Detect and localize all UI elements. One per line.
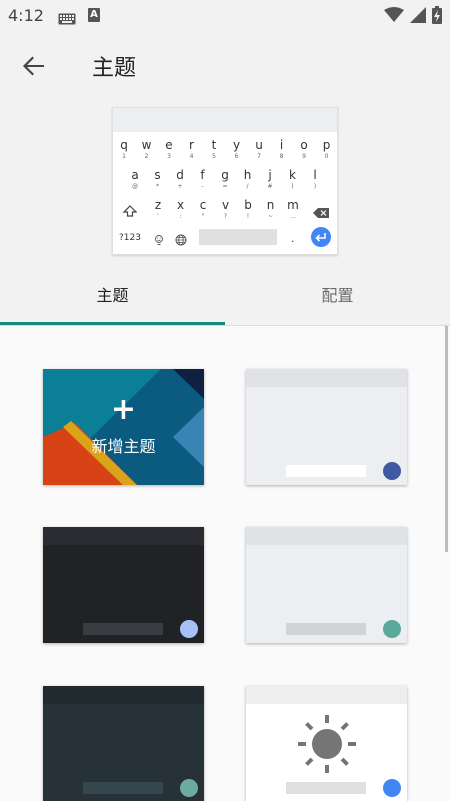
period-key: .: [291, 232, 295, 245]
key: l): [313, 168, 317, 190]
theme-card-spacebar: [83, 782, 163, 794]
space-key: [199, 229, 277, 245]
theme-accent-dot: [383, 779, 401, 797]
theme-accent-dot: [383, 620, 401, 638]
theme-card-header: [246, 369, 407, 387]
theme-card-header: [43, 686, 204, 704]
keyboard-preview: q1 w2 e3 r4 t5 y6 u7 i8 o9 p0 a @ s * d + f…: [112, 107, 338, 255]
theme-card-spacebar: [286, 465, 366, 477]
page-title: 主题: [92, 56, 137, 81]
arrow-back-icon: [23, 56, 44, 76]
key: c ": [199, 198, 207, 220]
key-row-3: z ' x: c " v? b! n ~ m…: [113, 198, 337, 224]
app-bar: 主题: [0, 32, 450, 100]
theme-card-header: [246, 686, 407, 704]
key: s *: [154, 168, 161, 190]
key-row-1: q1 w2 e3 r4 t5 y6 u7 i8 o9 p0: [113, 138, 337, 164]
battery-charging-icon: [432, 6, 442, 28]
key: t5: [211, 138, 217, 160]
wifi-icon: [384, 7, 404, 27]
key: r4: [189, 138, 194, 160]
theme-card-light-teal[interactable]: [246, 527, 407, 643]
key: q1: [120, 138, 128, 160]
tab-themes[interactable]: 主题: [0, 268, 225, 326]
key: e3: [165, 138, 173, 160]
theme-accent-dot: [180, 620, 198, 638]
key: d +: [176, 168, 184, 190]
key-row-2: a @ s * d + f- g = h / j # k( l): [113, 168, 337, 194]
theme-accent-dot: [383, 462, 401, 480]
theme-settings-screen: 4:12 A 主题 q1 w 2 e 3 r 4 t 5 y 6 u 7 i 8…: [0, 0, 450, 801]
theme-card-spacebar: [286, 782, 366, 794]
globe-icon: [175, 231, 187, 250]
key: g =: [221, 168, 229, 190]
enter-icon: [315, 233, 326, 242]
key: m…: [287, 198, 299, 220]
key: w2: [141, 138, 152, 160]
theme-card-spacebar: [83, 623, 163, 635]
scrollbar[interactable]: [445, 326, 448, 552]
theme-card-dark[interactable]: [43, 527, 204, 643]
key: n ~: [266, 198, 275, 220]
theme-card-dark-slate[interactable]: [43, 686, 204, 801]
tab-indicator: [0, 322, 225, 325]
keyboard-icon: [58, 10, 76, 29]
theme-card-spacebar: [286, 623, 366, 635]
numbers-key: ?123: [119, 233, 141, 243]
key: x:: [176, 198, 185, 220]
key: y6: [232, 138, 241, 160]
plus-icon: +: [110, 392, 137, 427]
key: o9: [300, 138, 308, 160]
key: i8: [279, 138, 284, 160]
key: k(: [289, 168, 296, 190]
theme-card-header: [43, 527, 204, 545]
brightness-icon: [298, 715, 356, 773]
back-button[interactable]: [18, 50, 50, 82]
new-theme-background: [43, 369, 204, 485]
input-method-icon: A: [88, 8, 100, 22]
key: p0: [322, 138, 331, 160]
suggestion-strip: [113, 108, 337, 132]
backspace-icon: [313, 203, 329, 222]
key: h /: [243, 168, 252, 190]
theme-card-header: [246, 527, 407, 545]
key: j #: [267, 168, 273, 190]
key: z ': [154, 198, 162, 220]
theme-grid: + 新增主题: [0, 326, 450, 801]
emoji-icon: [154, 231, 164, 250]
key: f-: [200, 168, 205, 190]
signal-icon: [410, 7, 426, 27]
new-theme-card[interactable]: + 新增主题: [43, 369, 204, 485]
shift-icon: [122, 202, 138, 221]
key: u7: [255, 138, 263, 160]
theme-card-light-indigo[interactable]: [246, 369, 407, 485]
status-time: 4:12: [8, 6, 44, 25]
status-icons: [384, 6, 442, 28]
status-bar: 4:12 A: [0, 0, 450, 32]
new-theme-label: 新增主题: [91, 437, 156, 456]
theme-card-material-light[interactable]: [246, 686, 407, 801]
tab-config[interactable]: 配置: [225, 268, 450, 326]
tab-bar: 主题 配置: [0, 268, 450, 326]
enter-key: [311, 227, 331, 247]
theme-accent-dot: [180, 779, 198, 797]
keyboard-preview-area: q1 w2 e3 r4 t5 y6 u7 i8 o9 p0 a @ s * d + f…: [0, 100, 450, 268]
key: a @: [131, 168, 139, 190]
key: v?: [221, 198, 230, 220]
key: b!: [244, 198, 252, 220]
